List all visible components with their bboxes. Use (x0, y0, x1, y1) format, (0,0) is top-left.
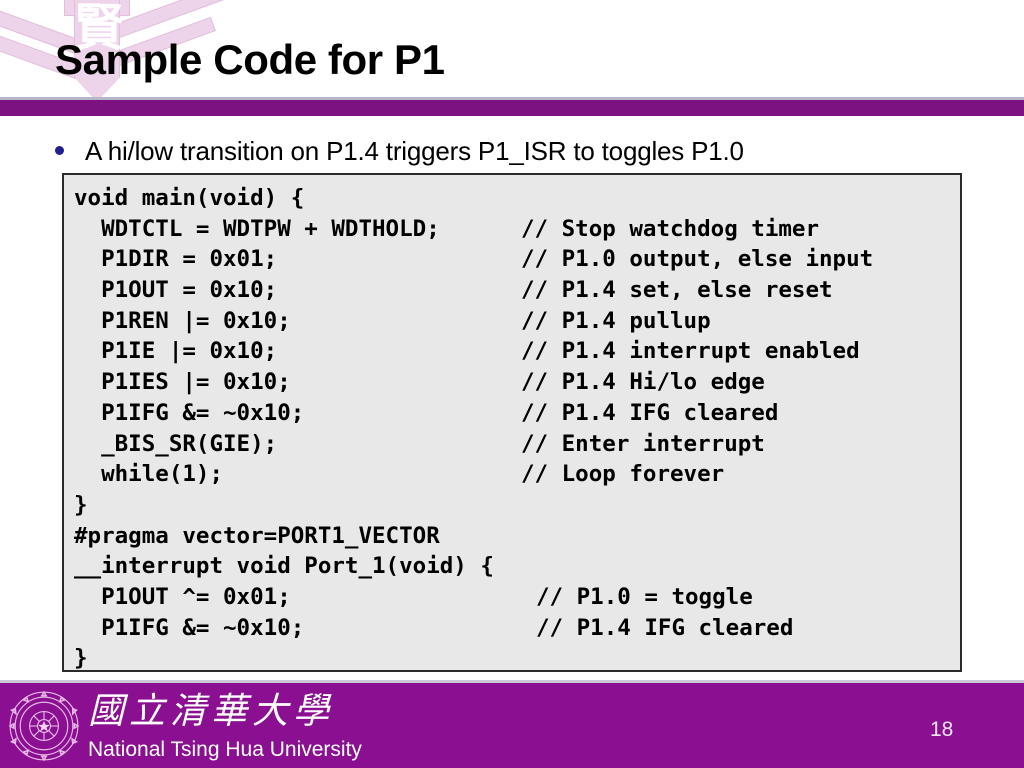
code-line: _BIS_SR(GIE); // Enter interrupt (74, 429, 960, 460)
bullet-row: A hi/low transition on P1.4 triggers P1_… (55, 136, 975, 167)
code-text: P1IE |= 0x10; (74, 338, 278, 365)
code-text: #pragma vector=PORT1_VECTOR (74, 522, 440, 549)
bullet-text: A hi/low transition on P1.4 triggers P1_… (85, 136, 744, 166)
nthu-seal-logo-icon (8, 690, 80, 762)
code-text: WDTCTL = WDTPW + WDTHOLD; (74, 215, 440, 242)
bullet-dot-icon (55, 146, 64, 155)
code-line: #pragma vector=PORT1_VECTOR (74, 521, 960, 552)
page-title: Sample Code for P1 (55, 36, 445, 83)
code-text: void main(void) { (74, 185, 305, 211)
nthu-english-name: National Tsing Hua University (88, 738, 362, 761)
code-text: __interrupt void Port_1(void) { (74, 553, 494, 580)
code-text: P1IFG &= ~0x10; (74, 614, 305, 641)
code-line: } (74, 490, 960, 521)
code-line: P1REN |= 0x10; // P1.4 pullup (74, 306, 960, 337)
code-comment: // Enter interrupt (521, 430, 765, 457)
nthu-chinese-name: 國立清華大學 (88, 691, 335, 732)
code-line: P1OUT = 0x10; // P1.4 set, else reset (74, 275, 960, 306)
title-rule (0, 100, 1024, 116)
watermark-wing-right-upper (107, 0, 226, 41)
code-line: P1OUT ^= 0x01; // P1.0 = toggle (74, 582, 960, 613)
code-text: P1IFG &= ~0x10; (74, 399, 305, 426)
code-text: } (74, 491, 88, 518)
code-line: P1IES |= 0x10; // P1.4 Hi/lo edge (74, 367, 960, 398)
code-comment: // P1.4 interrupt enabled (521, 338, 860, 365)
code-line: P1DIR = 0x01; // P1.0 output, else input (74, 244, 960, 275)
code-comment: // P1.4 IFG cleared (536, 614, 794, 641)
code-text: P1IES |= 0x10; (74, 369, 291, 396)
code-comment: // P1.4 set, else reset (521, 277, 833, 304)
code-line: P1IFG &= ~0x10; // P1.4 IFG cleared (74, 398, 960, 429)
code-line: } (74, 643, 960, 672)
page-number: 18 (930, 718, 954, 741)
code-text: P1OUT ^= 0x01; (74, 583, 291, 610)
code-comment: // P1.4 IFG cleared (521, 399, 779, 426)
code-comment: // P1.0 output, else input (521, 246, 874, 273)
code-comment: // Stop watchdog timer (521, 215, 820, 242)
code-text: } (74, 645, 88, 672)
code-text: P1REN |= 0x10; (74, 307, 291, 334)
code-line: void main(void) { (74, 183, 960, 214)
watermark-shield-top (64, 0, 130, 16)
code-line: P1IE |= 0x10; // P1.4 interrupt enabled (74, 336, 960, 367)
code-comment: // Loop forever (521, 461, 725, 488)
code-text: P1OUT = 0x10; (74, 277, 278, 304)
code-text: while(1); (74, 461, 224, 488)
code-line: __interrupt void Port_1(void) { (74, 551, 960, 582)
code-text: P1DIR = 0x01; (74, 246, 278, 273)
code-line: P1IFG &= ~0x10; // P1.4 IFG cleared (74, 613, 960, 644)
code-comment: // P1.4 Hi/lo edge (521, 369, 765, 396)
code-text: _BIS_SR(GIE); (74, 430, 278, 457)
code-line: while(1); // Loop forever (74, 459, 960, 490)
code-line: WDTCTL = WDTPW + WDTHOLD; // Stop watchdo… (74, 214, 960, 245)
code-comment: // P1.0 = toggle (536, 583, 753, 610)
code-block: void main(void) { WDTCTL = WDTPW + WDTHO… (62, 173, 962, 672)
code-comment: // P1.4 pullup (521, 307, 711, 334)
